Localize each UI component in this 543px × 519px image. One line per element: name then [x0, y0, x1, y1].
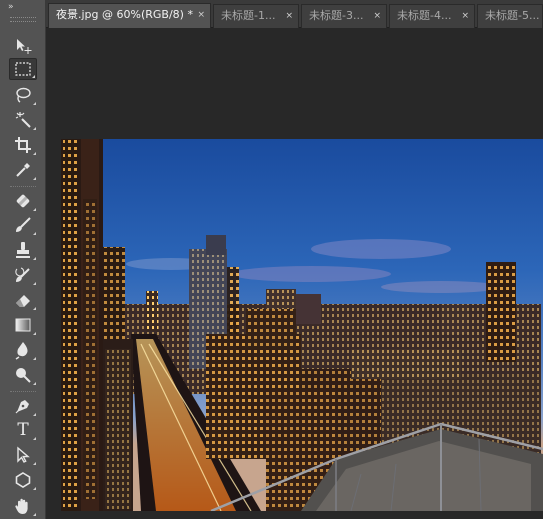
document-tab[interactable]: 未标题-4... × [389, 4, 475, 28]
gradient-tool[interactable] [9, 314, 37, 336]
document-tab-active[interactable]: 夜景.jpg @ 60%(RGB/8) * × [48, 3, 211, 28]
tool-group-indicator [33, 437, 36, 440]
tool-group-indicator [33, 177, 36, 180]
crop-tool[interactable] [9, 134, 37, 156]
magic-wand-tool[interactable] [9, 109, 37, 131]
healing-brush-icon [16, 194, 30, 208]
path-selection-tool[interactable] [9, 444, 37, 466]
tool-group-indicator [33, 282, 36, 285]
magic-wand-icon [15, 112, 31, 128]
document-tab-bar: 夜景.jpg @ 60%(RGB/8) * × 未标题-1... × 未标题-3… [46, 0, 543, 28]
document-tab[interactable]: 未标题-5... [477, 4, 543, 28]
pen-icon [15, 400, 29, 414]
eyedropper-tool[interactable] [9, 159, 37, 181]
lasso-icon [16, 87, 31, 103]
marquee-icon [15, 62, 31, 76]
hand-tool[interactable] [9, 495, 37, 517]
tool-group-indicator [32, 75, 35, 78]
clone-stamp-tool[interactable] [9, 239, 37, 261]
crop-icon [15, 137, 31, 153]
document-canvas-image[interactable] [61, 139, 543, 511]
dodge-icon [16, 368, 31, 383]
document-tab[interactable]: 未标题-3... × [301, 4, 387, 28]
tab-label: 未标题-5... [485, 9, 540, 22]
healing-brush-tool[interactable] [9, 190, 37, 212]
shape-tool[interactable] [9, 469, 37, 491]
history-brush-icon [15, 267, 30, 282]
document-tab[interactable]: 未标题-1... × [213, 4, 299, 28]
tab-label: 未标题-4... [397, 9, 452, 22]
brush-tool[interactable] [9, 214, 37, 236]
path-select-icon [17, 446, 30, 463]
eyedropper-icon [16, 163, 30, 177]
tool-group-indicator [33, 307, 36, 310]
close-tab-icon[interactable]: × [461, 5, 469, 27]
dodge-tool[interactable] [9, 364, 37, 386]
history-brush-tool[interactable] [9, 264, 37, 286]
tab-label: 未标题-1... [221, 9, 276, 22]
tool-group-indicator [33, 382, 36, 385]
lasso-tool[interactable] [9, 84, 37, 106]
blur-tool[interactable] [9, 339, 37, 361]
blur-icon [15, 342, 28, 360]
tools-panel: » T [0, 0, 46, 519]
tool-group-indicator [33, 257, 36, 260]
close-tab-icon[interactable]: × [197, 4, 205, 26]
tool-group-indicator [33, 152, 36, 155]
tool-group-indicator [33, 208, 36, 211]
hand-icon [15, 498, 28, 514]
type-tool[interactable]: T [9, 419, 37, 441]
tool-group-indicator [33, 413, 36, 416]
eraser-icon [16, 295, 30, 307]
tool-group-indicator [33, 232, 36, 235]
tool-group-indicator [33, 127, 36, 130]
close-tab-icon[interactable]: × [373, 5, 381, 27]
tool-group-indicator [33, 462, 36, 465]
move-tool[interactable] [9, 35, 37, 57]
tool-separator [10, 391, 36, 392]
close-tab-icon[interactable]: × [285, 5, 293, 27]
tool-group-indicator [33, 357, 36, 360]
brush-icon [16, 217, 31, 232]
tab-label: 夜景.jpg @ 60%(RGB/8) * [56, 8, 193, 21]
panel-grip[interactable] [10, 17, 36, 22]
gradient-icon [15, 318, 31, 332]
tool-group-indicator [33, 102, 36, 105]
tool-group-indicator [33, 487, 36, 490]
rectangular-marquee-tool[interactable] [9, 58, 37, 80]
type-icon: T [17, 420, 29, 440]
stamp-icon [16, 242, 30, 258]
eraser-tool[interactable] [9, 289, 37, 311]
pen-tool[interactable] [9, 395, 37, 417]
polygon-icon [15, 472, 31, 488]
city-night-photo [61, 139, 543, 511]
tool-group-indicator [33, 332, 36, 335]
tab-label: 未标题-3... [309, 9, 364, 22]
move-icon [17, 39, 32, 54]
tool-separator [10, 186, 36, 187]
tool-group-indicator [33, 513, 36, 516]
collapse-panel-button[interactable]: » [8, 2, 38, 12]
